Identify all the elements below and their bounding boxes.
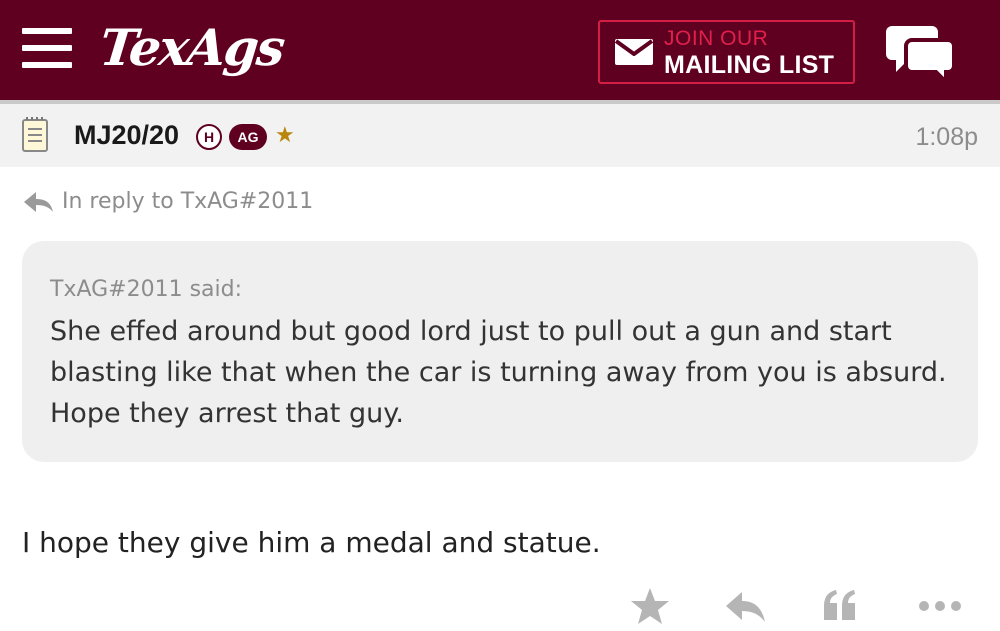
post-username[interactable]: MJ20/20 bbox=[74, 118, 179, 152]
chat-bubbles-icon[interactable] bbox=[884, 22, 956, 80]
top-navigation-bar: TexAgs JOIN OUR MAILING LIST bbox=[0, 0, 1000, 100]
quoted-post: TxAG#2011 said: She effed around but goo… bbox=[22, 241, 978, 462]
envelope-icon bbox=[614, 39, 654, 65]
ag-badge: AG bbox=[229, 124, 267, 150]
quote-text: She effed around but good lord just to p… bbox=[50, 316, 947, 429]
mailing-line-2: MAILING LIST bbox=[664, 51, 835, 79]
notepad-icon bbox=[22, 117, 48, 152]
star-badge-icon: ★ bbox=[275, 123, 295, 148]
in-reply-to-text: In reply to TxAG#2011 bbox=[62, 189, 314, 214]
post-header: MJ20/20 H AG ★ 1:08p bbox=[0, 104, 1000, 167]
texags-logo[interactable]: TexAgs bbox=[97, 18, 286, 78]
star-icon[interactable] bbox=[630, 586, 670, 626]
quote-icon[interactable] bbox=[820, 586, 860, 626]
quote-author: TxAG#2011 said: bbox=[50, 277, 243, 302]
join-mailing-list-button[interactable]: JOIN OUR MAILING LIST bbox=[598, 20, 855, 84]
post-body: I hope they give him a medal and statue. bbox=[22, 526, 601, 559]
h-badge: H bbox=[196, 124, 222, 150]
post-time: 1:08p bbox=[915, 123, 978, 151]
reply-icon[interactable] bbox=[724, 586, 766, 626]
more-icon[interactable] bbox=[918, 586, 962, 626]
mailing-line-1: JOIN OUR bbox=[664, 27, 769, 50]
reply-arrow-icon bbox=[24, 192, 53, 212]
hamburger-menu-icon[interactable] bbox=[22, 28, 72, 68]
